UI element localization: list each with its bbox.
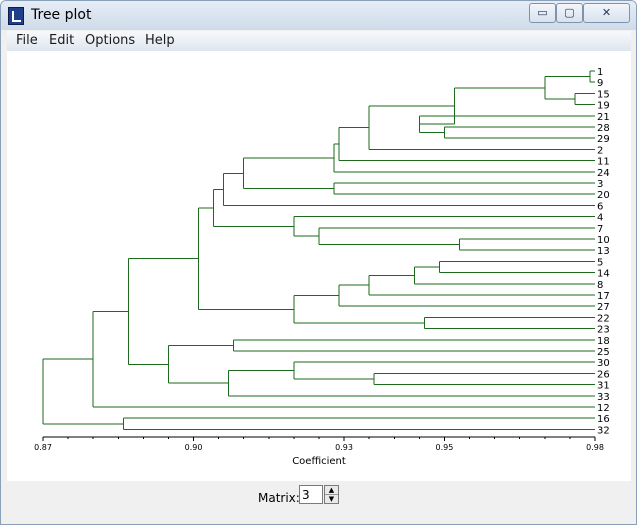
- matrix-value-field[interactable]: 3: [299, 485, 323, 504]
- app-icon: [8, 7, 24, 25]
- leaf-label-2: 2: [597, 145, 603, 156]
- leaf-label-26: 26: [597, 369, 610, 380]
- leaf-label-18: 18: [597, 336, 610, 347]
- leaf-label-11: 11: [597, 157, 610, 168]
- close-button[interactable]: ✕: [583, 3, 630, 23]
- matrix-spinner: ▲ ▼: [324, 485, 339, 504]
- x-tick-label-0: 0.87: [34, 443, 52, 452]
- leaf-label-9: 9: [597, 78, 603, 89]
- leaf-label-32: 32: [597, 425, 610, 436]
- plot-canvas: 1 9 15 19 21 28 29 2 11 24 3 20 6 4 7 10 13 5 14 8 17 27 22 23 1…: [7, 51, 631, 481]
- leaf-label-10: 10: [597, 235, 610, 246]
- leaf-label-31: 31: [597, 381, 610, 392]
- minimize-button[interactable]: ▭: [529, 3, 556, 23]
- leaf-label-19: 19: [597, 101, 610, 112]
- x-tick-label-1: 0.90: [185, 443, 203, 452]
- bottom-panel: Matrix: 3 ▲ ▼: [7, 481, 631, 519]
- leaf-label-4: 4: [597, 213, 603, 224]
- leaf-label-21: 21: [597, 112, 610, 123]
- leaf-label-25: 25: [597, 347, 610, 358]
- x-tick-label-2: 0.93: [335, 443, 353, 452]
- title-bar[interactable]: Tree plot ▭ ▢ ✕: [1, 1, 636, 30]
- leaf-label-15: 15: [597, 89, 610, 100]
- tree-plot-window: Tree plot ▭ ▢ ✕ File Edit Options Help 1…: [0, 0, 637, 525]
- menu-help[interactable]: Help: [145, 33, 175, 48]
- leaf-label-13: 13: [597, 246, 610, 257]
- leaf-label-33: 33: [597, 392, 610, 403]
- x-tick-label-3: 0.95: [436, 443, 454, 452]
- leaf-label-24: 24: [597, 168, 610, 179]
- leaf-label-12: 12: [597, 403, 610, 414]
- menu-options[interactable]: Options: [85, 33, 135, 48]
- matrix-label: Matrix:: [258, 491, 300, 505]
- menu-bar: File Edit Options Help: [7, 31, 631, 51]
- leaf-label-3: 3: [597, 179, 603, 190]
- leaf-label-14: 14: [597, 269, 610, 280]
- window-title: Tree plot: [31, 7, 92, 23]
- leaf-label-1: 1: [597, 67, 603, 78]
- maximize-button[interactable]: ▢: [556, 3, 583, 23]
- leaf-label-20: 20: [597, 190, 610, 201]
- leaf-label-16: 16: [597, 414, 610, 425]
- leaf-label-22: 22: [597, 313, 610, 324]
- spin-up-button[interactable]: ▲: [325, 486, 338, 495]
- leaf-label-17: 17: [597, 291, 610, 302]
- leaf-label-27: 27: [597, 302, 610, 313]
- leaf-label-8: 8: [597, 280, 603, 291]
- x-axis-label: Coefficient: [292, 456, 346, 467]
- leaf-label-7: 7: [597, 224, 603, 235]
- spin-down-button[interactable]: ▼: [325, 495, 338, 503]
- menu-file[interactable]: File: [16, 33, 38, 48]
- leaf-label-30: 30: [597, 358, 610, 369]
- leaf-label-5: 5: [597, 257, 603, 268]
- dendrogram-svg: 1915192128292112432064710135148172722231…: [34, 67, 610, 467]
- leaf-label-28: 28: [597, 123, 610, 134]
- leaf-label-6: 6: [597, 201, 603, 212]
- leaf-label-23: 23: [597, 325, 610, 336]
- menu-edit[interactable]: Edit: [49, 33, 74, 48]
- x-tick-label-4: 0.98: [586, 443, 604, 452]
- leaf-label-29: 29: [597, 134, 610, 145]
